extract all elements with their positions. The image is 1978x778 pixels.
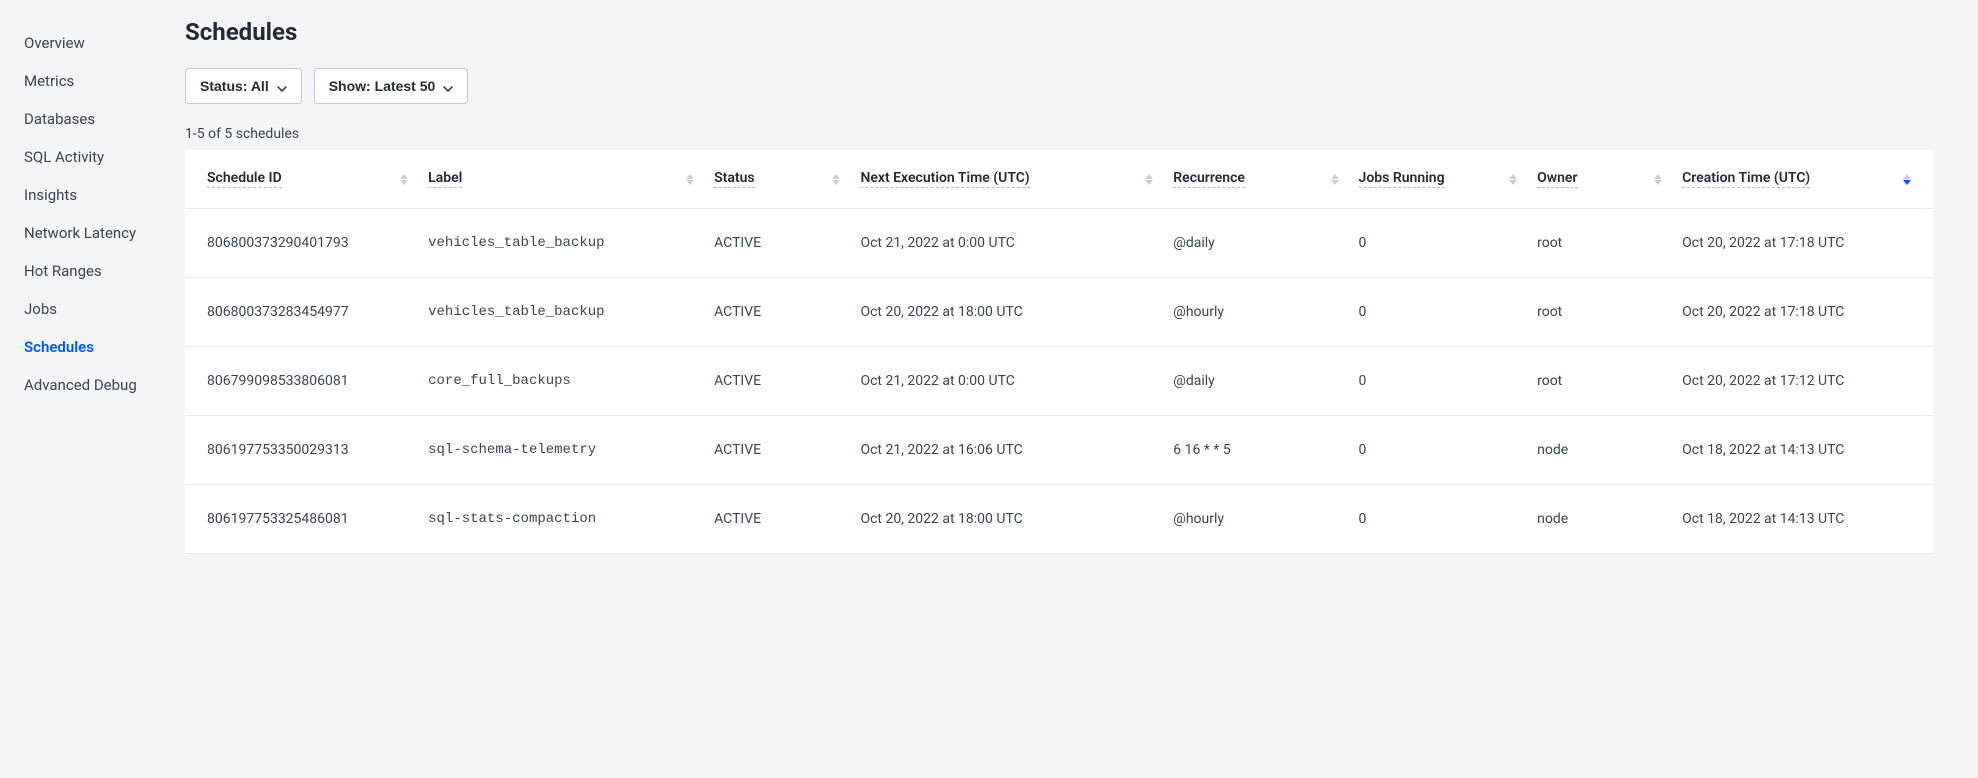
filter-bar: Status: All Show: Latest 50 (185, 68, 1933, 104)
sort-icon (1903, 174, 1911, 185)
cell-recurrence: @hourly (1163, 278, 1348, 347)
col-owner[interactable]: Owner (1527, 150, 1672, 209)
cell-next-execution: Oct 20, 2022 at 18:00 UTC (850, 278, 1163, 347)
cell-owner: node (1527, 485, 1672, 554)
cell-status: ACTIVE (704, 416, 850, 485)
result-count: 1-5 of 5 schedules (185, 126, 1933, 142)
sort-icon (1654, 174, 1662, 185)
col-status[interactable]: Status (704, 150, 850, 209)
table-row[interactable]: 806197753325486081sql-stats-compactionAC… (185, 485, 1933, 554)
cell-label: core_full_backups (418, 347, 704, 416)
main-content: Schedules Status: All Show: Latest 50 1-… (185, 0, 1978, 778)
cell-creation-time: Oct 20, 2022 at 17:18 UTC (1672, 209, 1933, 278)
table-row[interactable]: 806799098533806081core_full_backupsACTIV… (185, 347, 1933, 416)
sort-icon (400, 174, 408, 185)
show-filter-label: Show: Latest 50 (329, 78, 436, 94)
sort-icon (832, 174, 840, 185)
table-row[interactable]: 806800373290401793vehicles_table_backupA… (185, 209, 1933, 278)
sidebar-item-jobs[interactable]: Jobs (0, 290, 185, 328)
cell-schedule-id: 806800373283454977 (185, 278, 418, 347)
sidebar-item-sql-activity[interactable]: SQL Activity (0, 138, 185, 176)
cell-creation-time: Oct 18, 2022 at 14:13 UTC (1672, 416, 1933, 485)
sidebar-item-overview[interactable]: Overview (0, 24, 185, 62)
cell-schedule-id: 806197753350029313 (185, 416, 418, 485)
cell-recurrence: @hourly (1163, 485, 1348, 554)
col-next-execution[interactable]: Next Execution Time (UTC) (850, 150, 1163, 209)
cell-jobs-running: 0 (1349, 278, 1528, 347)
sidebar-item-network-latency[interactable]: Network Latency (0, 214, 185, 252)
col-schedule-id[interactable]: Schedule ID (185, 150, 418, 209)
cell-status: ACTIVE (704, 485, 850, 554)
cell-recurrence: @daily (1163, 209, 1348, 278)
sidebar-item-metrics[interactable]: Metrics (0, 62, 185, 100)
cell-status: ACTIVE (704, 209, 850, 278)
cell-next-execution: Oct 20, 2022 at 18:00 UTC (850, 485, 1163, 554)
cell-status: ACTIVE (704, 347, 850, 416)
sort-icon (686, 174, 694, 185)
status-filter-label: Status: All (200, 78, 269, 94)
sort-icon (1509, 174, 1517, 185)
cell-schedule-id: 806197753325486081 (185, 485, 418, 554)
sidebar-item-advanced-debug[interactable]: Advanced Debug (0, 366, 185, 404)
cell-jobs-running: 0 (1349, 416, 1528, 485)
cell-recurrence: 6 16 * * 5 (1163, 416, 1348, 485)
cell-label: vehicles_table_backup (418, 209, 704, 278)
table-header-row: Schedule ID Label Status Next Execution … (185, 150, 1933, 209)
cell-label: sql-stats-compaction (418, 485, 704, 554)
col-jobs-running[interactable]: Jobs Running (1349, 150, 1528, 209)
cell-owner: root (1527, 209, 1672, 278)
cell-owner: root (1527, 347, 1672, 416)
cell-owner: node (1527, 416, 1672, 485)
cell-next-execution: Oct 21, 2022 at 16:06 UTC (850, 416, 1163, 485)
cell-status: ACTIVE (704, 278, 850, 347)
cell-next-execution: Oct 21, 2022 at 0:00 UTC (850, 347, 1163, 416)
table-row[interactable]: 806197753350029313sql-schema-telemetryAC… (185, 416, 1933, 485)
cell-schedule-id: 806799098533806081 (185, 347, 418, 416)
cell-schedule-id: 806800373290401793 (185, 209, 418, 278)
cell-label: sql-schema-telemetry (418, 416, 704, 485)
cell-creation-time: Oct 18, 2022 at 14:13 UTC (1672, 485, 1933, 554)
sort-icon (1145, 174, 1153, 185)
cell-owner: root (1527, 278, 1672, 347)
cell-jobs-running: 0 (1349, 209, 1528, 278)
schedules-table: Schedule ID Label Status Next Execution … (185, 150, 1933, 554)
col-recurrence[interactable]: Recurrence (1163, 150, 1348, 209)
cell-next-execution: Oct 21, 2022 at 0:00 UTC (850, 209, 1163, 278)
col-label[interactable]: Label (418, 150, 704, 209)
cell-jobs-running: 0 (1349, 347, 1528, 416)
sidebar-item-databases[interactable]: Databases (0, 100, 185, 138)
cell-creation-time: Oct 20, 2022 at 17:18 UTC (1672, 278, 1933, 347)
chevron-down-icon (443, 81, 453, 91)
page-title: Schedules (185, 18, 1933, 46)
table-row[interactable]: 806800373283454977vehicles_table_backupA… (185, 278, 1933, 347)
sidebar: Overview Metrics Databases SQL Activity … (0, 0, 185, 778)
sidebar-item-insights[interactable]: Insights (0, 176, 185, 214)
chevron-down-icon (277, 81, 287, 91)
sidebar-item-schedules[interactable]: Schedules (0, 328, 185, 366)
col-creation-time[interactable]: Creation Time (UTC) (1672, 150, 1933, 209)
sort-icon (1331, 174, 1339, 185)
cell-label: vehicles_table_backup (418, 278, 704, 347)
cell-recurrence: @daily (1163, 347, 1348, 416)
status-filter-button[interactable]: Status: All (185, 68, 302, 104)
cell-creation-time: Oct 20, 2022 at 17:12 UTC (1672, 347, 1933, 416)
sidebar-item-hot-ranges[interactable]: Hot Ranges (0, 252, 185, 290)
show-filter-button[interactable]: Show: Latest 50 (314, 68, 469, 104)
cell-jobs-running: 0 (1349, 485, 1528, 554)
